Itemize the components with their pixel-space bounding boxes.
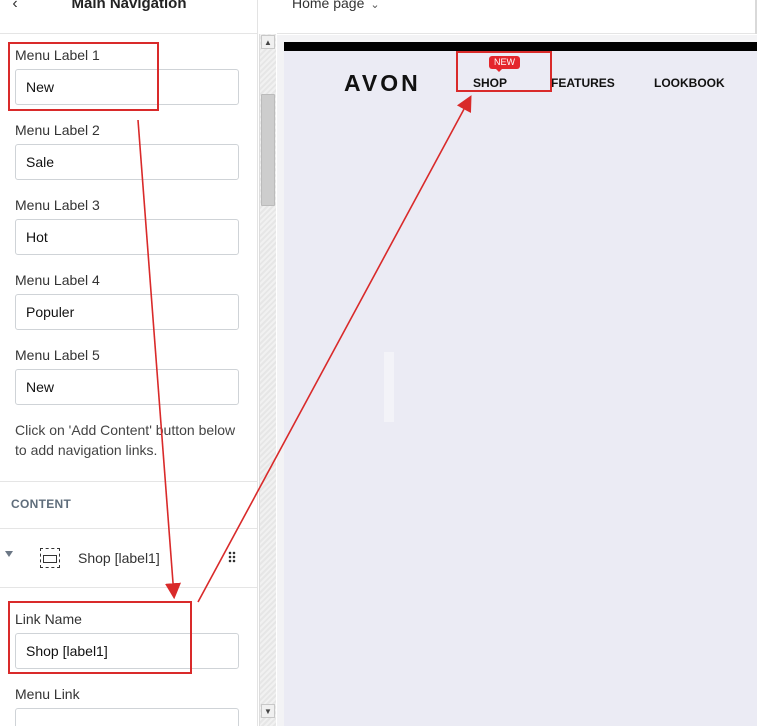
nav-item-features[interactable]: FEATURES (551, 76, 615, 90)
scroll-thumb[interactable] (261, 94, 275, 206)
menu-label-5-label: Menu Label 5 (15, 347, 100, 363)
block-icon (40, 548, 60, 568)
settings-panel: ‹ Main Navigation Menu Label 1 Menu Labe… (0, 0, 258, 726)
chevron-down-icon: ⌄ (370, 0, 380, 11)
preview-canvas: AVON NEW SHOP FEATURES LOOKBOOK (284, 42, 757, 726)
preview-area: AVON NEW SHOP FEATURES LOOKBOOK (277, 35, 757, 726)
faint-highlight (384, 352, 394, 422)
menu-label-2-input[interactable] (15, 144, 239, 180)
announcement-bar (284, 42, 757, 51)
scroll-up-icon[interactable]: ▲ (261, 35, 275, 49)
collapse-caret-icon[interactable] (5, 551, 13, 557)
panel-header: ‹ Main Navigation (0, 0, 257, 34)
drag-handle-icon[interactable] (228, 551, 236, 563)
panel-title: Main Navigation (71, 0, 187, 12)
menu-label-1-input[interactable] (15, 69, 239, 105)
panel-scrollbar[interactable]: ▲ ▼ (259, 34, 276, 726)
menu-label-4-label: Menu Label 4 (15, 272, 100, 288)
new-badge: NEW (489, 56, 520, 72)
page-select-label: Home page (292, 0, 365, 11)
menu-label-3-label: Menu Label 3 (15, 197, 100, 213)
content-section-title: CONTENT (11, 497, 72, 511)
page-select[interactable]: Home page ⌄ (292, 0, 380, 11)
store-logo[interactable]: AVON (344, 70, 421, 97)
menu-label-4-input[interactable] (15, 294, 239, 330)
preview-topbar: Home page ⌄ (277, 0, 757, 34)
section-divider (0, 481, 257, 482)
menu-label-5-input[interactable] (15, 369, 239, 405)
content-item-shop[interactable]: Shop [label1] (0, 528, 257, 588)
add-content-hint: Click on 'Add Content' button below to a… (15, 422, 236, 458)
nav-item-lookbook[interactable]: LOOKBOOK (654, 76, 725, 90)
menu-link-input[interactable] (15, 708, 239, 726)
menu-label-1-label: Menu Label 1 (15, 47, 100, 63)
link-name-input[interactable] (15, 633, 239, 669)
menu-link-label: Menu Link (15, 686, 80, 702)
menu-label-3-input[interactable] (15, 219, 239, 255)
link-name-label: Link Name (15, 611, 82, 627)
menu-label-2-label: Menu Label 2 (15, 122, 100, 138)
content-item-label: Shop [label1] (78, 550, 160, 566)
nav-item-shop[interactable]: SHOP (473, 76, 507, 90)
scroll-down-icon[interactable]: ▼ (261, 704, 275, 718)
